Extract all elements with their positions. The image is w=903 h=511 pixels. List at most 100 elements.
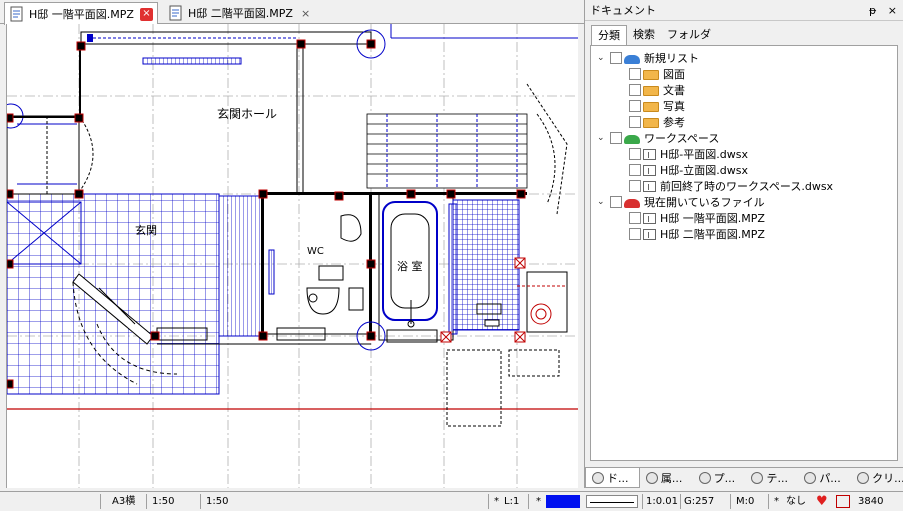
chevron-down-icon[interactable]: ⌄ [597, 53, 607, 63]
document-tab-bar: H邸 一階平面図.MPZ × H邸 二階平面図.MPZ × [0, 0, 584, 25]
tree-node-documents[interactable]: 文書 [629, 82, 685, 98]
checkbox[interactable] [629, 100, 641, 112]
tree-node-reference[interactable]: 参考 [629, 114, 685, 130]
panel-tab-bar: 分類 検索 フォルダ [591, 25, 717, 45]
room-label-hall: 玄関ホール [217, 106, 277, 121]
scale-value[interactable]: 1:50 [206, 492, 228, 511]
panel-title: ドキュメント [590, 4, 656, 17]
tree-node-new-list[interactable]: ⌄ 新規リスト [597, 50, 699, 66]
tree-label: 前回終了時のワークスペース.dwsx [660, 180, 834, 193]
entrance-step [218, 195, 264, 337]
tab-second-floor-plan[interactable]: H邸 二階平面図.MPZ × [164, 2, 314, 24]
tab-label: H邸 二階平面図.MPZ [188, 7, 293, 20]
tab-documents[interactable]: ド... [585, 468, 640, 488]
ratio-readout: 1:0.01 [646, 496, 678, 507]
folder-icon [643, 118, 659, 128]
clipboard-icon [857, 472, 870, 484]
drawing-file-icon [10, 6, 23, 22]
document-panel: ドキュメント ᵽ × 分類 検索 フォルダ ⌄ 新規リスト 図面 文書 写真 参… [584, 0, 903, 488]
tab-template[interactable]: テ... [745, 468, 798, 488]
status-star: * [536, 496, 541, 507]
bathroom-wash-floor [452, 199, 520, 331]
chevron-down-icon[interactable]: ⌄ [597, 133, 607, 143]
folder-icon [643, 86, 659, 96]
tree-node-open-files[interactable]: ⌄ 現在開いているファイル [597, 194, 765, 210]
tab-label: H邸 一階平面図.MPZ [29, 8, 134, 21]
file-icon [643, 148, 656, 160]
tree-node-workspace[interactable]: ⌄ ワークスペース [597, 130, 719, 146]
tab-label: テ... [766, 472, 788, 485]
color-swatch[interactable] [546, 495, 580, 508]
checkbox[interactable] [610, 52, 622, 64]
tree-node-open-file[interactable]: H邸 一階平面図.MPZ [629, 210, 765, 226]
chevron-down-icon[interactable]: ⌄ [597, 197, 607, 207]
tree-node-drawings[interactable]: 図面 [629, 66, 685, 82]
tree-label: ワークスペース [644, 132, 720, 145]
tree-label: 参考 [663, 116, 685, 129]
upper-shelf [142, 57, 242, 65]
line-style-preview[interactable] [586, 495, 638, 508]
tree-label: 文書 [663, 84, 685, 97]
file-icon [643, 228, 656, 240]
heart-icon[interactable]: ♥ [816, 492, 828, 511]
status-star: * [774, 496, 779, 507]
close-tab-icon[interactable]: × [139, 7, 153, 21]
panel-title-bar: ドキュメント [585, 0, 903, 21]
tree-label: 現在開いているファイル [644, 196, 765, 209]
status-bar: A3横 1:50 1:50 * L:1 * 1:0.01 G:257 M:0 *… [0, 491, 903, 511]
tab-properties[interactable]: 属... [640, 468, 693, 488]
template-icon [751, 472, 764, 484]
tab-label: クリ... [872, 472, 903, 485]
fill-setting[interactable]: なし [786, 492, 806, 511]
checkbox[interactable] [629, 68, 641, 80]
checkbox[interactable] [629, 212, 641, 224]
drawing-canvas[interactable]: 玄関ホール 玄関 WC 浴 室 [6, 24, 578, 488]
tree-node-workspace-file[interactable]: 前回終了時のワークスペース.dwsx [629, 178, 833, 194]
tab-clipboard[interactable]: クリ... [851, 468, 903, 488]
panel-bottom-tab-bar: ド... 属... プ... テ... パ... クリ... [585, 467, 903, 488]
layer-indicator[interactable]: L:1 [504, 492, 519, 511]
tree-label: 図面 [663, 68, 685, 81]
close-icon[interactable]: × [888, 4, 897, 17]
tree-node-open-file[interactable]: H邸 二階平面図.MPZ [629, 226, 765, 242]
pin-icon[interactable]: ᵽ [869, 4, 876, 17]
checkbox[interactable] [629, 148, 641, 160]
room-label-entrance: 玄関 [135, 223, 157, 237]
tab-project[interactable]: プ... [693, 468, 746, 488]
tree-node-workspace-file[interactable]: H邸-平面図.dwsx [629, 146, 748, 162]
document-tree: ⌄ 新規リスト 図面 文書 写真 参考 ⌄ ワークスペース H邸-平面図.dws… [590, 45, 898, 461]
checkbox[interactable] [629, 84, 641, 96]
checkbox[interactable] [610, 196, 622, 208]
checkbox[interactable] [629, 116, 641, 128]
document-icon [592, 471, 604, 484]
tab-first-floor-plan[interactable]: H邸 一階平面図.MPZ × [4, 2, 158, 25]
grid-toggle-icon[interactable] [836, 495, 850, 508]
folder-icon [643, 70, 659, 80]
file-icon [643, 212, 656, 224]
list-icon [624, 55, 640, 64]
status-star: * [494, 496, 499, 507]
tree-node-photos[interactable]: 写真 [629, 98, 685, 114]
wc-sink [340, 214, 362, 242]
tab-folder[interactable]: フォルダ [661, 25, 717, 45]
m-readout: M:0 [736, 496, 755, 507]
paper-size[interactable]: A3横 [112, 492, 135, 511]
folder-icon [643, 102, 659, 112]
scale-value[interactable]: 1:50 [152, 492, 174, 511]
g-readout: G:257 [684, 496, 715, 507]
toilet [306, 287, 340, 315]
checkbox[interactable] [610, 132, 622, 144]
checkbox[interactable] [629, 180, 641, 192]
close-tab-icon[interactable]: × [301, 7, 310, 20]
count-readout: 3840 [858, 496, 884, 507]
tree-node-workspace-file[interactable]: H邸-立面図.dwsx [629, 162, 748, 178]
tab-label: プ... [713, 472, 736, 485]
parts-icon [804, 472, 817, 484]
checkbox[interactable] [629, 228, 641, 240]
file-icon [643, 180, 656, 192]
tab-parts[interactable]: パ... [798, 468, 851, 488]
cad-app-window: H邸 一階平面図.MPZ × H邸 二階平面図.MPZ × 玄関ホール 玄関 W… [0, 0, 903, 511]
checkbox[interactable] [629, 164, 641, 176]
tab-category[interactable]: 分類 [591, 25, 627, 45]
tab-search[interactable]: 検索 [627, 25, 661, 45]
